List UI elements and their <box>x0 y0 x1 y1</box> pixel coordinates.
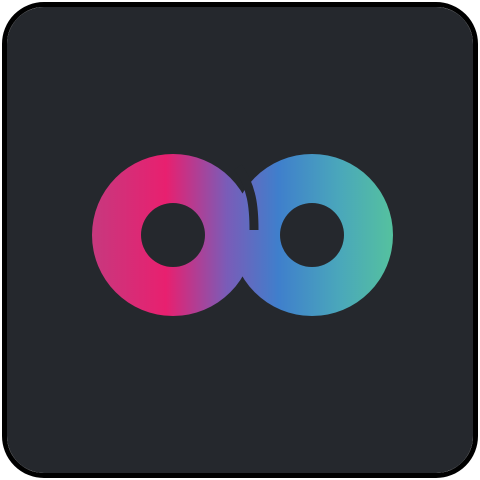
app-icon-graphic <box>7 7 473 473</box>
app-icon[interactable] <box>2 2 478 478</box>
app-icon-frame <box>0 0 480 480</box>
